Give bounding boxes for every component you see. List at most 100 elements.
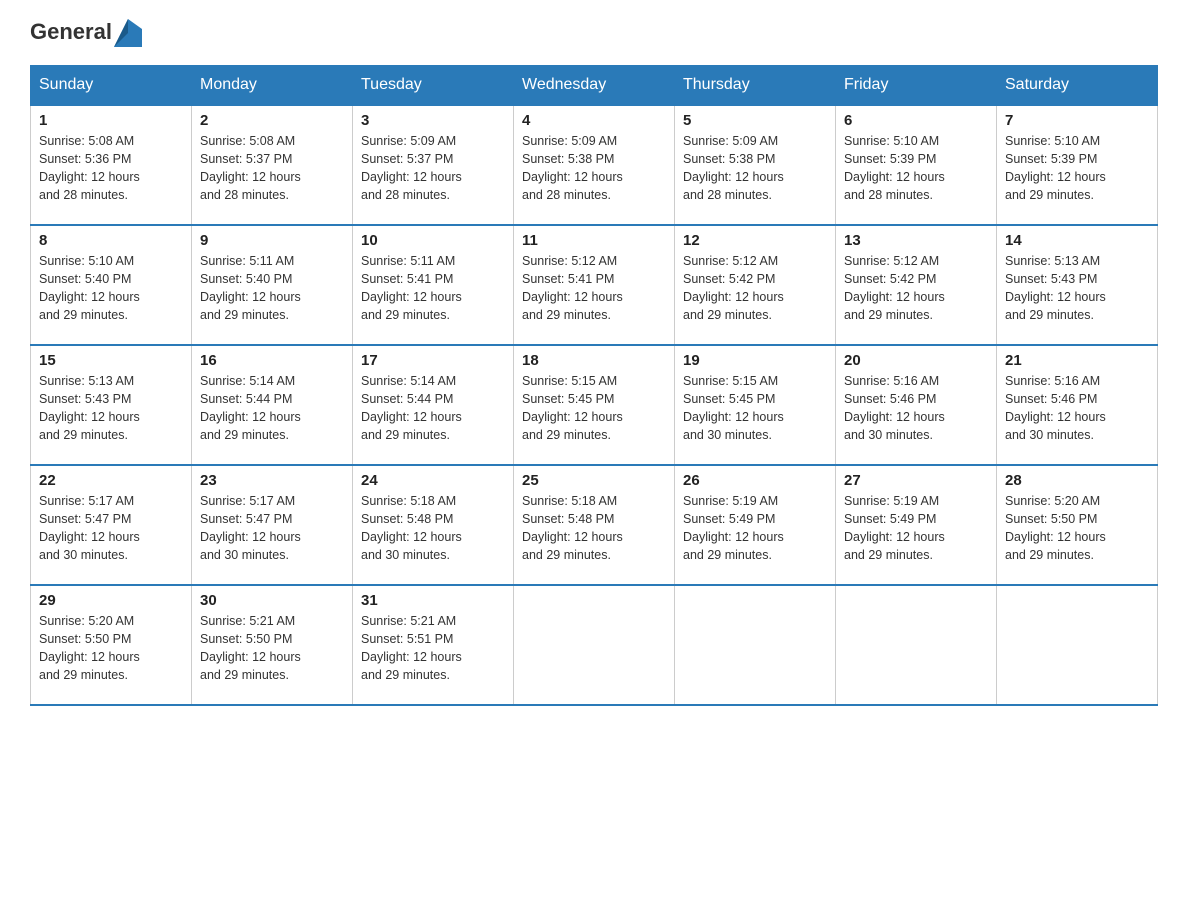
day-number: 27 bbox=[844, 472, 988, 489]
day-info: Sunrise: 5:12 AMSunset: 5:42 PMDaylight:… bbox=[683, 252, 827, 325]
calendar-week-row: 22 Sunrise: 5:17 AMSunset: 5:47 PMDaylig… bbox=[31, 465, 1158, 585]
day-info: Sunrise: 5:15 AMSunset: 5:45 PMDaylight:… bbox=[683, 372, 827, 445]
day-info: Sunrise: 5:18 AMSunset: 5:48 PMDaylight:… bbox=[522, 492, 666, 565]
day-info: Sunrise: 5:16 AMSunset: 5:46 PMDaylight:… bbox=[1005, 372, 1149, 445]
day-info: Sunrise: 5:19 AMSunset: 5:49 PMDaylight:… bbox=[683, 492, 827, 565]
day-number: 16 bbox=[200, 352, 344, 369]
calendar-cell bbox=[514, 585, 675, 705]
calendar-cell: 14 Sunrise: 5:13 AMSunset: 5:43 PMDaylig… bbox=[997, 225, 1158, 345]
day-number: 13 bbox=[844, 232, 988, 249]
col-header-sunday: Sunday bbox=[31, 65, 192, 105]
day-info: Sunrise: 5:17 AMSunset: 5:47 PMDaylight:… bbox=[200, 492, 344, 565]
calendar-cell: 4 Sunrise: 5:09 AMSunset: 5:38 PMDayligh… bbox=[514, 105, 675, 225]
day-info: Sunrise: 5:11 AMSunset: 5:40 PMDaylight:… bbox=[200, 252, 344, 325]
day-number: 26 bbox=[683, 472, 827, 489]
calendar-cell bbox=[836, 585, 997, 705]
day-number: 18 bbox=[522, 352, 666, 369]
calendar-cell: 10 Sunrise: 5:11 AMSunset: 5:41 PMDaylig… bbox=[353, 225, 514, 345]
calendar-week-row: 8 Sunrise: 5:10 AMSunset: 5:40 PMDayligh… bbox=[31, 225, 1158, 345]
logo-text-general: General bbox=[30, 19, 112, 44]
calendar-cell: 8 Sunrise: 5:10 AMSunset: 5:40 PMDayligh… bbox=[31, 225, 192, 345]
day-number: 10 bbox=[361, 232, 505, 249]
calendar-cell: 22 Sunrise: 5:17 AMSunset: 5:47 PMDaylig… bbox=[31, 465, 192, 585]
calendar-cell bbox=[997, 585, 1158, 705]
calendar-cell: 13 Sunrise: 5:12 AMSunset: 5:42 PMDaylig… bbox=[836, 225, 997, 345]
calendar-week-row: 29 Sunrise: 5:20 AMSunset: 5:50 PMDaylig… bbox=[31, 585, 1158, 705]
calendar-cell: 23 Sunrise: 5:17 AMSunset: 5:47 PMDaylig… bbox=[192, 465, 353, 585]
day-info: Sunrise: 5:08 AMSunset: 5:36 PMDaylight:… bbox=[39, 132, 183, 205]
day-number: 25 bbox=[522, 472, 666, 489]
day-info: Sunrise: 5:09 AMSunset: 5:38 PMDaylight:… bbox=[522, 132, 666, 205]
day-number: 6 bbox=[844, 112, 988, 129]
calendar-cell: 31 Sunrise: 5:21 AMSunset: 5:51 PMDaylig… bbox=[353, 585, 514, 705]
day-info: Sunrise: 5:09 AMSunset: 5:38 PMDaylight:… bbox=[683, 132, 827, 205]
day-info: Sunrise: 5:14 AMSunset: 5:44 PMDaylight:… bbox=[200, 372, 344, 445]
calendar-cell: 12 Sunrise: 5:12 AMSunset: 5:42 PMDaylig… bbox=[675, 225, 836, 345]
calendar-table: SundayMondayTuesdayWednesdayThursdayFrid… bbox=[30, 65, 1158, 706]
day-number: 28 bbox=[1005, 472, 1149, 489]
day-info: Sunrise: 5:12 AMSunset: 5:42 PMDaylight:… bbox=[844, 252, 988, 325]
calendar-cell: 27 Sunrise: 5:19 AMSunset: 5:49 PMDaylig… bbox=[836, 465, 997, 585]
day-number: 1 bbox=[39, 112, 183, 129]
calendar-cell: 9 Sunrise: 5:11 AMSunset: 5:40 PMDayligh… bbox=[192, 225, 353, 345]
day-number: 14 bbox=[1005, 232, 1149, 249]
calendar-cell: 3 Sunrise: 5:09 AMSunset: 5:37 PMDayligh… bbox=[353, 105, 514, 225]
day-number: 2 bbox=[200, 112, 344, 129]
day-info: Sunrise: 5:21 AMSunset: 5:51 PMDaylight:… bbox=[361, 612, 505, 685]
calendar-cell: 17 Sunrise: 5:14 AMSunset: 5:44 PMDaylig… bbox=[353, 345, 514, 465]
calendar-cell: 28 Sunrise: 5:20 AMSunset: 5:50 PMDaylig… bbox=[997, 465, 1158, 585]
day-info: Sunrise: 5:08 AMSunset: 5:37 PMDaylight:… bbox=[200, 132, 344, 205]
day-number: 11 bbox=[522, 232, 666, 249]
calendar-cell: 21 Sunrise: 5:16 AMSunset: 5:46 PMDaylig… bbox=[997, 345, 1158, 465]
day-number: 9 bbox=[200, 232, 344, 249]
col-header-wednesday: Wednesday bbox=[514, 65, 675, 105]
calendar-cell: 16 Sunrise: 5:14 AMSunset: 5:44 PMDaylig… bbox=[192, 345, 353, 465]
calendar-cell: 7 Sunrise: 5:10 AMSunset: 5:39 PMDayligh… bbox=[997, 105, 1158, 225]
day-info: Sunrise: 5:10 AMSunset: 5:40 PMDaylight:… bbox=[39, 252, 183, 325]
calendar-header-row: SundayMondayTuesdayWednesdayThursdayFrid… bbox=[31, 65, 1158, 105]
calendar-cell: 5 Sunrise: 5:09 AMSunset: 5:38 PMDayligh… bbox=[675, 105, 836, 225]
day-info: Sunrise: 5:13 AMSunset: 5:43 PMDaylight:… bbox=[1005, 252, 1149, 325]
calendar-cell: 1 Sunrise: 5:08 AMSunset: 5:36 PMDayligh… bbox=[31, 105, 192, 225]
col-header-saturday: Saturday bbox=[997, 65, 1158, 105]
col-header-tuesday: Tuesday bbox=[353, 65, 514, 105]
col-header-thursday: Thursday bbox=[675, 65, 836, 105]
day-info: Sunrise: 5:20 AMSunset: 5:50 PMDaylight:… bbox=[39, 612, 183, 685]
day-info: Sunrise: 5:18 AMSunset: 5:48 PMDaylight:… bbox=[361, 492, 505, 565]
day-number: 17 bbox=[361, 352, 505, 369]
day-number: 19 bbox=[683, 352, 827, 369]
calendar-cell bbox=[675, 585, 836, 705]
day-info: Sunrise: 5:15 AMSunset: 5:45 PMDaylight:… bbox=[522, 372, 666, 445]
day-info: Sunrise: 5:20 AMSunset: 5:50 PMDaylight:… bbox=[1005, 492, 1149, 565]
day-number: 7 bbox=[1005, 112, 1149, 129]
day-number: 22 bbox=[39, 472, 183, 489]
calendar-cell: 25 Sunrise: 5:18 AMSunset: 5:48 PMDaylig… bbox=[514, 465, 675, 585]
day-number: 21 bbox=[1005, 352, 1149, 369]
calendar-week-row: 1 Sunrise: 5:08 AMSunset: 5:36 PMDayligh… bbox=[31, 105, 1158, 225]
day-number: 30 bbox=[200, 592, 344, 609]
col-header-friday: Friday bbox=[836, 65, 997, 105]
calendar-cell: 6 Sunrise: 5:10 AMSunset: 5:39 PMDayligh… bbox=[836, 105, 997, 225]
day-info: Sunrise: 5:12 AMSunset: 5:41 PMDaylight:… bbox=[522, 252, 666, 325]
day-number: 31 bbox=[361, 592, 505, 609]
day-info: Sunrise: 5:10 AMSunset: 5:39 PMDaylight:… bbox=[1005, 132, 1149, 205]
day-info: Sunrise: 5:17 AMSunset: 5:47 PMDaylight:… bbox=[39, 492, 183, 565]
calendar-cell: 11 Sunrise: 5:12 AMSunset: 5:41 PMDaylig… bbox=[514, 225, 675, 345]
day-info: Sunrise: 5:19 AMSunset: 5:49 PMDaylight:… bbox=[844, 492, 988, 565]
day-number: 8 bbox=[39, 232, 183, 249]
calendar-week-row: 15 Sunrise: 5:13 AMSunset: 5:43 PMDaylig… bbox=[31, 345, 1158, 465]
day-info: Sunrise: 5:09 AMSunset: 5:37 PMDaylight:… bbox=[361, 132, 505, 205]
day-number: 15 bbox=[39, 352, 183, 369]
day-number: 24 bbox=[361, 472, 505, 489]
calendar-cell: 26 Sunrise: 5:19 AMSunset: 5:49 PMDaylig… bbox=[675, 465, 836, 585]
day-info: Sunrise: 5:11 AMSunset: 5:41 PMDaylight:… bbox=[361, 252, 505, 325]
calendar-cell: 19 Sunrise: 5:15 AMSunset: 5:45 PMDaylig… bbox=[675, 345, 836, 465]
calendar-cell: 20 Sunrise: 5:16 AMSunset: 5:46 PMDaylig… bbox=[836, 345, 997, 465]
day-number: 29 bbox=[39, 592, 183, 609]
calendar-cell: 29 Sunrise: 5:20 AMSunset: 5:50 PMDaylig… bbox=[31, 585, 192, 705]
day-info: Sunrise: 5:16 AMSunset: 5:46 PMDaylight:… bbox=[844, 372, 988, 445]
calendar-cell: 24 Sunrise: 5:18 AMSunset: 5:48 PMDaylig… bbox=[353, 465, 514, 585]
col-header-monday: Monday bbox=[192, 65, 353, 105]
calendar-cell: 30 Sunrise: 5:21 AMSunset: 5:50 PMDaylig… bbox=[192, 585, 353, 705]
calendar-cell: 15 Sunrise: 5:13 AMSunset: 5:43 PMDaylig… bbox=[31, 345, 192, 465]
